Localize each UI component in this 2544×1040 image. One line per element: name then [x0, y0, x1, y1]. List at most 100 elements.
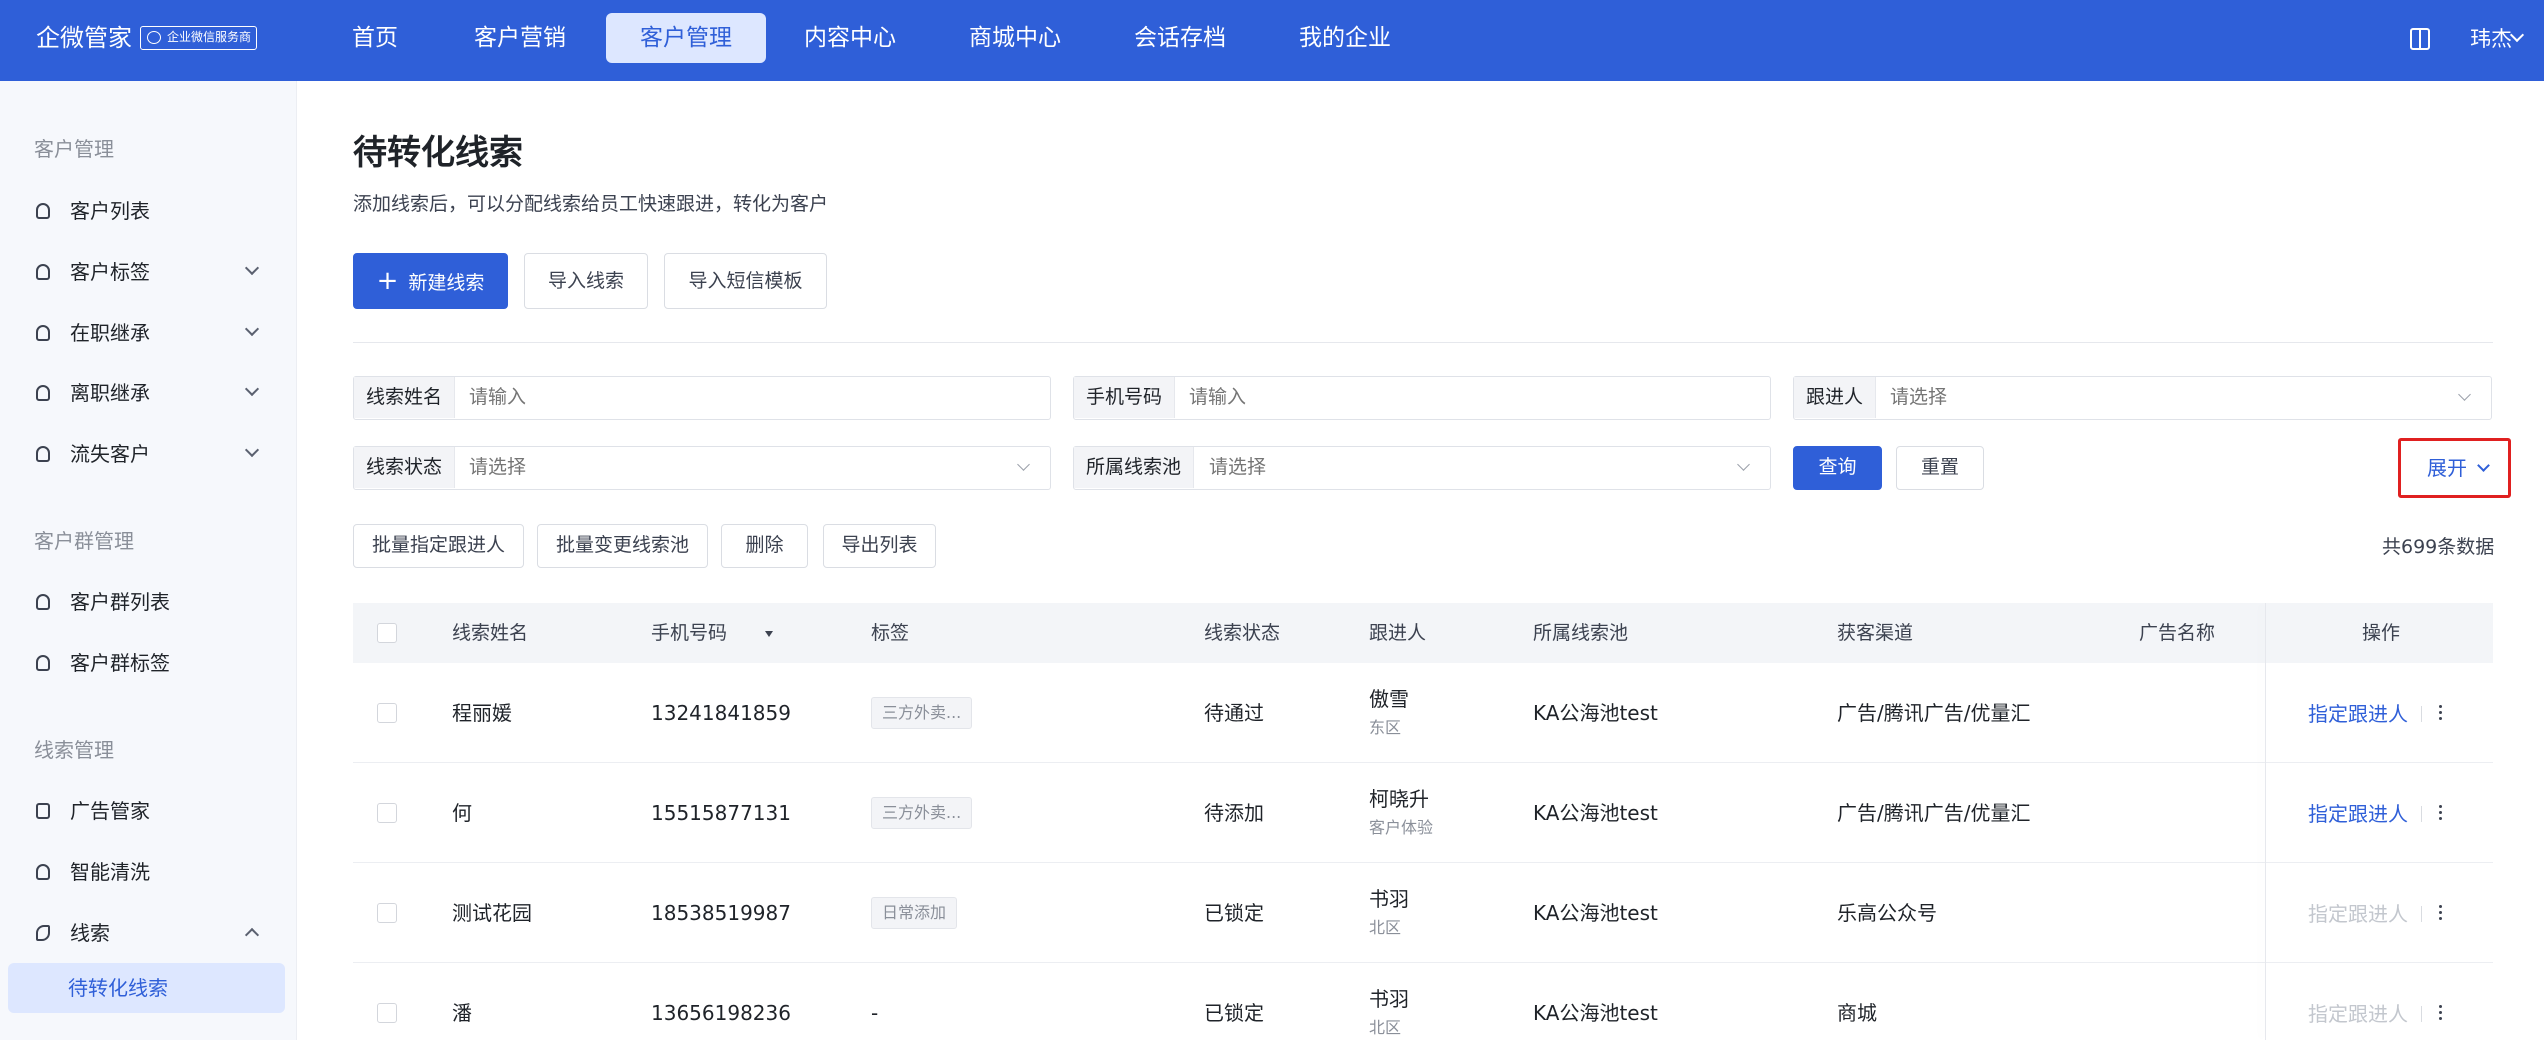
- table-row: 测试花园 18538519987 日常添加 已锁定 书羽 北区 KA公海池tes…: [353, 863, 2493, 963]
- phone-filter: 手机号码: [1073, 376, 1771, 420]
- sidebar-item-ad-manager[interactable]: 广告管家: [0, 786, 297, 836]
- sidebar-item-label: 客户群标签: [70, 651, 170, 675]
- expand-filters-link[interactable]: 展开: [2398, 438, 2511, 498]
- nav-home[interactable]: 首页: [318, 13, 432, 63]
- book-icon[interactable]: [2410, 28, 2430, 50]
- nav-customer-marketing[interactable]: 客户营销: [440, 13, 600, 63]
- lead-tag: 三方外卖...: [871, 697, 973, 729]
- select-all-checkbox[interactable]: [377, 623, 397, 643]
- sidebar-item-pending-leads[interactable]: 待转化线索: [8, 963, 285, 1013]
- lead-channel: 广告/腾讯广告/优量汇: [1837, 701, 2031, 725]
- column-header: 操作: [2362, 622, 2401, 644]
- lead-name: 测试花园: [452, 901, 532, 925]
- more-actions-icon[interactable]: [2439, 705, 2443, 723]
- lead-phone: 13241841859: [651, 701, 791, 725]
- column-header: 标签: [871, 622, 910, 644]
- sidebar-item-label: 客户列表: [70, 199, 150, 223]
- sidebar-item-customer-group-list[interactable]: 客户群列表: [0, 577, 297, 627]
- nav-content-center[interactable]: 内容中心: [770, 13, 930, 63]
- status-select[interactable]: [469, 447, 1029, 488]
- row-checkbox[interactable]: [377, 1003, 397, 1023]
- column-header: 手机号码: [651, 622, 728, 644]
- clean-icon: [36, 864, 50, 880]
- pool-filter[interactable]: 所属线索池: [1073, 446, 1771, 490]
- sidebar-item-on-job-inherit[interactable]: 在职继承: [0, 308, 297, 358]
- section-divider: [353, 342, 2493, 343]
- sidebar-item-leads[interactable]: 线索: [0, 908, 297, 958]
- follower-filter[interactable]: 跟进人: [1793, 376, 2492, 420]
- select-dropdown-caret-icon[interactable]: [765, 631, 773, 637]
- bulk-change-pool-button[interactable]: 批量变更线索池: [537, 524, 708, 568]
- chevron-up-icon: [244, 927, 260, 943]
- more-actions-icon[interactable]: [2439, 805, 2443, 823]
- nav-customer-management[interactable]: 客户管理: [606, 13, 766, 63]
- bulk-assign-follower-button[interactable]: 批量指定跟进人: [353, 524, 524, 568]
- sidebar-item-label: 流失客户: [70, 442, 150, 466]
- group-icon: [36, 594, 50, 610]
- query-button[interactable]: 查询: [1793, 446, 1882, 490]
- reset-button[interactable]: 重置: [1896, 446, 1984, 490]
- sidebar-item-customer-list[interactable]: 客户列表: [0, 186, 297, 236]
- sidebar-item-resigned-inherit[interactable]: 离职继承: [0, 368, 297, 418]
- lead-name: 潘: [452, 1001, 472, 1025]
- status-filter[interactable]: 线索状态: [353, 446, 1051, 490]
- sidebar-item-lost-customers[interactable]: 流失客户: [0, 429, 297, 479]
- sidebar-item-label: 智能清洗: [70, 860, 150, 884]
- lead-status: 已锁定: [1204, 901, 1264, 925]
- lead-status: 待通过: [1204, 701, 1264, 725]
- column-header: 所属线索池: [1533, 622, 1629, 644]
- column-header: 广告名称: [2139, 622, 2216, 644]
- sidebar-item-smart-clean[interactable]: 智能清洗: [0, 847, 297, 897]
- nav-my-enterprise[interactable]: 我的企业: [1265, 13, 1425, 63]
- lead-pool: KA公海池test: [1533, 1001, 1658, 1025]
- import-sms-template-button[interactable]: 导入短信模板: [664, 253, 827, 309]
- chevron-down-icon: [2458, 388, 2471, 401]
- user-name[interactable]: 玮杰: [2470, 22, 2512, 56]
- user-lost-icon: [36, 446, 50, 462]
- nav-session-archive[interactable]: 会话存档: [1100, 13, 1260, 63]
- more-actions-icon[interactable]: [2439, 1005, 2443, 1023]
- import-leads-button[interactable]: 导入线索: [524, 253, 648, 309]
- brand-name[interactable]: 企微管家: [36, 22, 132, 54]
- lead-tag: 三方外卖...: [871, 797, 973, 829]
- nav-mall-center[interactable]: 商城中心: [935, 13, 1095, 63]
- follower-label: 跟进人: [1794, 377, 1877, 418]
- lead-name-filter: 线索姓名: [353, 376, 1051, 420]
- top-navigation-bar: 企微管家 企业微信服务商 首页 客户营销 客户管理 内容中心 商城中心 会话存档…: [0, 0, 2544, 81]
- row-checkbox[interactable]: [377, 903, 397, 923]
- row-checkbox[interactable]: [377, 803, 397, 823]
- assign-follower-link[interactable]: 指定跟进人: [2308, 700, 2408, 728]
- lead-channel: 广告/腾讯广告/优量汇: [1837, 801, 2031, 825]
- row-checkbox[interactable]: [377, 703, 397, 723]
- sidebar-item-customer-tags[interactable]: 客户标签: [0, 247, 297, 297]
- phone-input[interactable]: [1189, 377, 1749, 418]
- sidebar-group-customer-management: 客户管理: [34, 137, 114, 161]
- follower-select[interactable]: [1890, 377, 2450, 418]
- assign-follower-link: 指定跟进人: [2308, 1002, 2408, 1026]
- operation-separator: [2421, 806, 2422, 822]
- assign-follower-link[interactable]: 指定跟进人: [2308, 800, 2408, 828]
- chevron-down-icon[interactable]: [2509, 27, 2525, 43]
- pool-label: 所属线索池: [1074, 447, 1195, 488]
- more-actions-icon[interactable]: [2439, 905, 2443, 923]
- pool-select[interactable]: [1209, 447, 1729, 488]
- phone-label: 手机号码: [1074, 377, 1176, 418]
- lead-name-input[interactable]: [469, 377, 1029, 418]
- expand-label: 展开: [2427, 456, 2467, 480]
- lead-pool: KA公海池test: [1533, 901, 1658, 925]
- lead-icon: [36, 925, 50, 941]
- delete-button[interactable]: 删除: [721, 524, 808, 568]
- chevron-down-icon: [2477, 459, 2490, 472]
- new-lead-button-label: 新建线索: [408, 272, 485, 294]
- group-tag-icon: [36, 655, 50, 671]
- export-list-button[interactable]: 导出列表: [823, 524, 936, 568]
- sidebar-item-label: 待转化线索: [68, 976, 168, 1000]
- new-lead-button[interactable]: + 新建线索: [353, 253, 508, 309]
- user-icon: [36, 203, 50, 219]
- sidebar-item-customer-group-tags[interactable]: 客户群标签: [0, 638, 297, 688]
- lead-follower: 柯晓升: [1369, 787, 1429, 811]
- sidebar-item-label: 离职继承: [70, 381, 150, 405]
- lead-phone: 13656198236: [651, 1001, 791, 1025]
- table-row: 何 15515877131 三方外卖... 待添加 柯晓升 客户体验 KA公海池…: [353, 763, 2493, 863]
- brand-badge: 企业微信服务商: [140, 26, 257, 50]
